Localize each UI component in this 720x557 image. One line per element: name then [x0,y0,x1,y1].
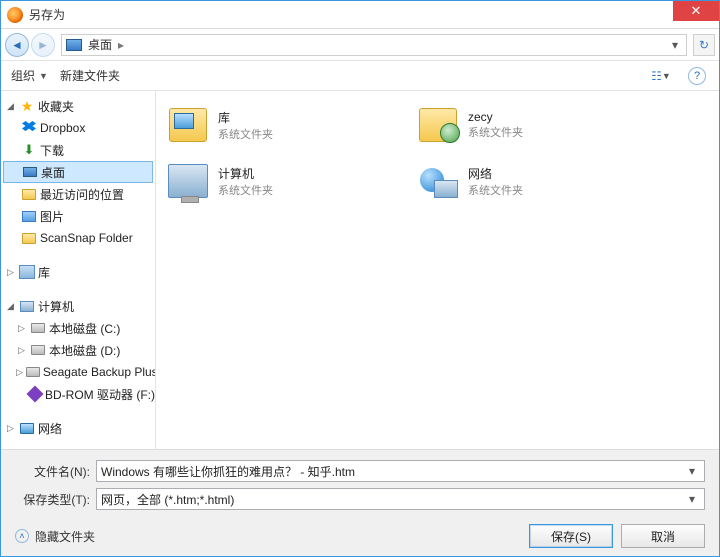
recent-icon [21,186,37,202]
body: ◢ ★ 收藏夹 Dropbox ⬇ 下载 桌面 最近访问的位置 [1,91,719,449]
expand-icon[interactable]: ▷ [16,323,27,334]
bdrom-icon [28,386,42,402]
sidebar-drive-c[interactable]: ▷ 本地磁盘 (C:) [1,317,155,339]
address-bar[interactable]: 桌面 ▸ ▾ [61,34,687,56]
chevron-down-icon[interactable]: ▾ [684,492,700,506]
sidebar-favorites[interactable]: ◢ ★ 收藏夹 [1,95,155,117]
chevron-up-icon: ˄ [15,529,29,543]
hide-folders-toggle[interactable]: ˄ 隐藏文件夹 [15,528,95,545]
breadcrumb-location: 桌面 [88,36,112,53]
breadcrumb-separator-icon: ▸ [118,38,124,52]
computer-icon [19,298,35,314]
libraries-icon [166,103,210,147]
sidebar-drive-d[interactable]: ▷ 本地磁盘 (D:) [1,339,155,361]
cancel-button[interactable]: 取消 [621,524,705,548]
help-button[interactable]: ? [685,65,709,87]
save-button[interactable]: 保存(S) [529,524,613,548]
sidebar-item-desktop[interactable]: 桌面 [3,161,153,183]
sidebar-drive-bdrom[interactable]: ▷ BD-ROM 驱动器 (F:) [1,383,155,405]
expand-icon[interactable]: ▷ [16,367,23,378]
content-pane[interactable]: 库 系统文件夹 zecy 系统文件夹 计算机 系统文件夹 [156,91,719,449]
new-folder-label: 新建文件夹 [60,67,120,84]
item-network[interactable]: 网络 系统文件夹 [416,157,646,205]
dropbox-icon [21,120,37,136]
firefox-icon [7,7,23,23]
libraries-icon [19,264,35,280]
address-dropdown-icon[interactable]: ▾ [668,38,682,52]
desktop-icon [66,39,82,51]
expand-icon[interactable]: ▷ [5,423,16,434]
desktop-icon [22,164,38,180]
organize-menu[interactable]: 组织 ▼ [11,67,48,84]
network-icon [416,159,460,203]
filename-input[interactable]: Windows 有哪些让你抓狂的难用点？ - 知乎.htm ▾ [96,460,705,482]
toolbar: 组织 ▼ 新建文件夹 ☷ ▼ ? [1,61,719,91]
sidebar-item-scansnap[interactable]: ScanSnap Folder [1,227,155,249]
new-folder-button[interactable]: 新建文件夹 [60,67,120,84]
back-button[interactable]: ◄ [5,33,29,57]
sidebar-drive-seagate[interactable]: ▷ Seagate Backup Plus [1,361,155,383]
pictures-icon [21,208,37,224]
download-icon: ⬇ [21,142,37,158]
expand-icon[interactable]: ▷ [16,345,27,356]
nav-bar: ◄ ► 桌面 ▸ ▾ ↻ [1,29,719,61]
computer-icon [166,159,210,203]
organize-label: 组织 [11,67,35,84]
sidebar-item-recent[interactable]: 最近访问的位置 [1,183,155,205]
network-icon [19,420,35,436]
footer: 文件名(N): Windows 有哪些让你抓狂的难用点？ - 知乎.htm ▾ … [1,449,719,556]
sidebar-item-downloads[interactable]: ⬇ 下载 [1,139,155,161]
item-libraries[interactable]: 库 系统文件夹 [166,101,396,149]
item-computer[interactable]: 计算机 系统文件夹 [166,157,396,205]
window-title: 另存为 [29,6,673,23]
filetype-select[interactable]: 网页，全部 (*.htm;*.html) ▾ [96,488,705,510]
save-as-dialog: 另存为 ✕ ◄ ► 桌面 ▸ ▾ ↻ 组织 ▼ 新建文件夹 ☷ ▼ ? ◢ ★ … [0,0,720,557]
refresh-button[interactable]: ↻ [693,34,715,56]
sidebar-libraries[interactable]: ▷ 库 [1,261,155,283]
drive-icon [26,364,40,380]
sidebar: ◢ ★ 收藏夹 Dropbox ⬇ 下载 桌面 最近访问的位置 [1,91,156,449]
drive-icon [30,342,46,358]
item-user[interactable]: zecy 系统文件夹 [416,101,646,149]
user-folder-icon [416,103,460,147]
view-options-button[interactable]: ☷ ▼ [649,65,673,87]
titlebar: 另存为 ✕ [1,1,719,29]
sidebar-network[interactable]: ▷ 网络 [1,417,155,439]
chevron-down-icon[interactable]: ▾ [684,464,700,478]
filetype-label: 保存类型(T): [15,491,90,508]
sidebar-item-pictures[interactable]: 图片 [1,205,155,227]
sidebar-computer[interactable]: ◢ 计算机 [1,295,155,317]
forward-button[interactable]: ► [31,33,55,57]
filename-label: 文件名(N): [15,463,90,480]
expand-icon[interactable]: ◢ [5,101,16,112]
close-button[interactable]: ✕ [673,1,719,21]
drive-icon [30,320,46,336]
expand-icon[interactable]: ◢ [5,301,16,312]
chevron-down-icon: ▼ [39,71,48,81]
star-icon: ★ [19,98,35,114]
expand-icon[interactable]: ▷ [5,267,16,278]
sidebar-item-dropbox[interactable]: Dropbox [1,117,155,139]
folder-icon [21,230,37,246]
